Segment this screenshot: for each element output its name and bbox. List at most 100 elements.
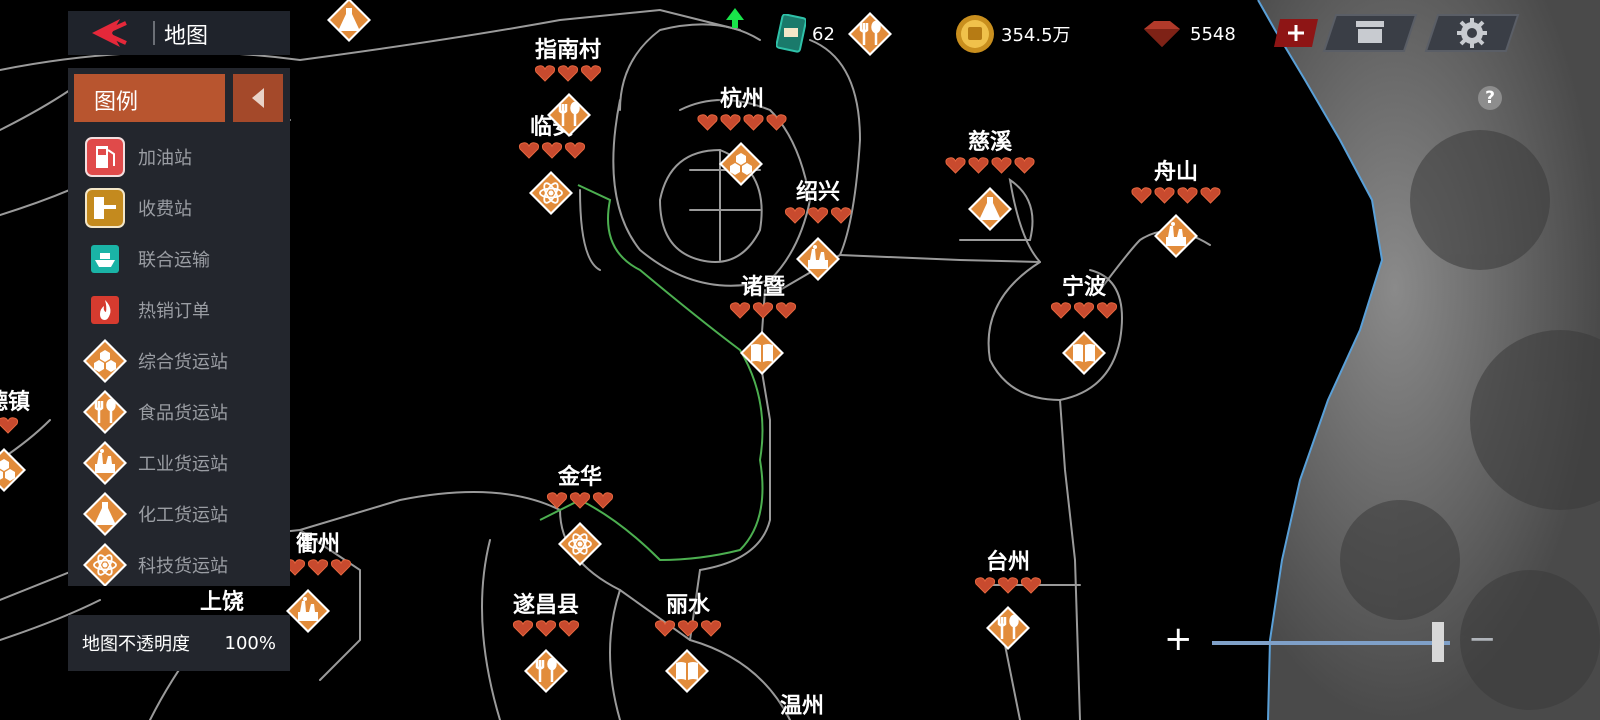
gem-counter[interactable]: 5548	[1140, 18, 1236, 50]
station-book[interactable]	[739, 330, 785, 376]
heart-icon	[546, 492, 568, 509]
station-food[interactable]	[546, 92, 592, 138]
city-hearts	[546, 491, 614, 509]
heart-icon	[784, 207, 806, 224]
city-衢州: 衢州	[284, 532, 352, 576]
city-name: 上饶	[199, 590, 245, 615]
settings-button[interactable]	[1424, 13, 1520, 53]
legend-item-fuel: 加油站	[82, 135, 288, 179]
heart-icon	[1073, 302, 1095, 319]
zoom-in-button[interactable]: +	[1164, 622, 1193, 656]
city-name: 衢州	[295, 532, 340, 557]
city-hearts	[974, 576, 1042, 594]
legend-item-intermodal: 联合运输	[82, 237, 288, 281]
heart-icon	[512, 620, 534, 637]
legend-item-toll: 收费站	[82, 186, 288, 230]
add-currency-button[interactable]	[1272, 13, 1320, 53]
shop-button[interactable]	[1322, 13, 1418, 53]
station-general[interactable]	[718, 141, 764, 187]
heart-icon	[1014, 157, 1035, 174]
coin-amount: 354.5万	[1001, 25, 1071, 46]
heart-icon	[1096, 302, 1118, 319]
city-hearts	[784, 206, 852, 224]
heart-icon	[1050, 302, 1072, 319]
legend-label: 工业货运站	[138, 454, 228, 475]
heart-icon	[720, 114, 741, 131]
zoom-slider-handle[interactable]	[1432, 622, 1445, 662]
legend-label: 化工货运站	[138, 505, 228, 526]
station-food[interactable]	[523, 648, 569, 694]
factory-icon	[82, 440, 128, 486]
coin-icon	[956, 15, 994, 53]
title-bar: 地图	[68, 11, 290, 55]
city-name: 金华	[557, 465, 602, 490]
gem-amount: 5548	[1190, 23, 1236, 45]
title-divider	[153, 21, 155, 45]
city-hearts	[654, 619, 722, 637]
city-name: 丽水	[665, 593, 710, 618]
toll-booth-icon	[82, 185, 128, 231]
station-industrial[interactable]	[1153, 213, 1199, 259]
station-chemical[interactable]	[326, 0, 372, 43]
city-hearts	[1131, 186, 1222, 204]
heart-icon	[518, 142, 540, 159]
city-遂昌县: 遂昌县	[512, 593, 580, 637]
city-诸暨: 诸暨	[729, 275, 797, 319]
station-general[interactable]	[0, 447, 27, 493]
truck-count: 62	[812, 23, 835, 45]
shop-icon	[1356, 21, 1384, 43]
legend-collapse-button[interactable]	[233, 74, 283, 122]
station-industrial[interactable]	[285, 588, 331, 634]
help-icon[interactable]: ?	[1478, 86, 1502, 110]
zoom-slider-track[interactable]	[1212, 641, 1450, 645]
heart-icon	[807, 207, 829, 224]
coin-counter[interactable]: 354.5万	[955, 15, 1071, 53]
heart-icon	[541, 142, 563, 159]
heart-icon	[1131, 187, 1152, 204]
station-chemical[interactable]	[967, 186, 1013, 232]
city-绍兴: 绍兴	[784, 180, 852, 224]
heart-icon	[830, 207, 852, 224]
city-慈溪: 慈溪	[945, 130, 1036, 174]
heart-icon	[0, 417, 19, 434]
heart-icon	[945, 157, 966, 174]
heart-icon	[1200, 187, 1221, 204]
city-name: 杭州	[719, 87, 764, 112]
legend-label: 科技货运站	[138, 556, 228, 577]
fire-icon	[82, 287, 128, 333]
heart-icon	[564, 142, 586, 159]
legend-item-industrial-station: 工业货运站	[82, 441, 288, 485]
station-food[interactable]	[847, 11, 893, 57]
station-food[interactable]	[985, 605, 1031, 651]
truck-counter[interactable]: 62	[776, 14, 835, 53]
legend-label: 收费站	[138, 199, 192, 220]
map-opacity-control[interactable]: 地图不透明度 100%	[68, 615, 290, 671]
station-tech[interactable]	[557, 521, 603, 567]
legend-panel: 图例 加油站 收费站 联合运输 热销订单 综合货运站 食品货运站 工业货运站 化…	[68, 68, 290, 586]
city-name: 慈溪	[967, 130, 1012, 155]
city-丽水: 丽水	[654, 593, 722, 637]
city-hearts	[284, 558, 352, 576]
city-舟山: 舟山	[1131, 160, 1222, 204]
back-arrow-icon[interactable]	[86, 17, 130, 49]
station-tech[interactable]	[528, 170, 574, 216]
station-book[interactable]	[664, 648, 710, 694]
legend-header: 图例	[74, 74, 225, 122]
city-杭州: 杭州	[697, 87, 788, 131]
city-name: 温州	[779, 694, 825, 719]
heart-icon	[700, 620, 722, 637]
city-hearts	[945, 156, 1036, 174]
gem-icon	[1144, 21, 1180, 47]
legend-item-tech-station: 科技货运站	[82, 543, 288, 586]
heart-icon	[307, 559, 329, 576]
city-name: 台州	[985, 550, 1030, 575]
station-industrial[interactable]	[795, 236, 841, 282]
city-name: 德镇	[0, 390, 31, 415]
heart-icon	[330, 559, 352, 576]
heart-icon	[766, 114, 787, 131]
flask-icon	[82, 491, 128, 537]
zoom-out-button[interactable]: −	[1468, 622, 1497, 656]
heart-icon	[729, 302, 751, 319]
station-book[interactable]	[1061, 330, 1107, 376]
heart-icon	[991, 157, 1012, 174]
